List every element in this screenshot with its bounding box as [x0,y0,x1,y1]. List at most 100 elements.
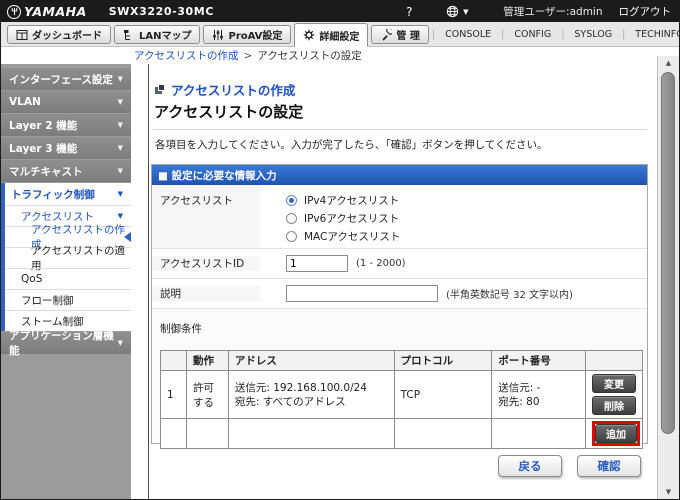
breadcrumb-parent-link[interactable]: アクセスリストの作成 [134,48,238,63]
proav-sliders-icon [213,29,224,40]
chevron-down-icon: ▼ [117,98,123,106]
tab-proav[interactable]: ProAV設定 [203,25,292,44]
window-stack-icon [155,84,166,95]
scroll-up-icon[interactable]: ▲ [658,59,679,67]
sidebar-item-qos[interactable]: QoS [5,268,131,289]
row-actions-cell: 変更 削除 [584,370,644,419]
description-label: 説明 [152,286,260,301]
main-content: アクセスリストの作成 アクセスリストの設定 各項目を入力してください。入力が完了… [148,64,657,499]
row-protocol: TCP [393,370,493,419]
section-header: ■ 設定に必要な情報入力 [152,165,647,185]
gear-icon [304,29,315,41]
console-link[interactable]: CONSOLE [435,29,501,40]
radio-unselected-icon[interactable] [286,230,297,242]
topbar-right: ? ▼ 管理ユーザー:admin ログアウト [389,4,679,19]
sidebar-item-layer3[interactable]: Layer 3 機能 ▼ [1,137,131,159]
lanmap-icon [124,29,130,40]
sidebar-group-traffic-control: トラフィック制御 ▼ アクセスリスト ▼ アクセスリストの作成 アクセスリストの… [1,183,131,331]
chevron-down-icon: ▼ [463,7,469,16]
yamaha-tuning-fork-icon [7,4,21,19]
breadcrumb-current: アクセスリストの設定 [257,50,362,62]
device-model: SWX3220-30MC [108,5,215,18]
chevron-down-icon: ▼ [117,144,123,152]
table-row: 1 許可する 送信元: 192.168.100.0/24 宛先: すべてのアドレ… [160,370,644,419]
globe-icon [446,5,459,18]
active-page-marker-icon [124,232,131,242]
page-section-link[interactable]: アクセスリストの作成 [155,80,295,99]
row-port: 送信元: - 宛先: 80 [491,370,586,419]
access-list-id-label: アクセスリストID [152,256,260,271]
description-hint: (半角英数記号 32 文字以内) [446,290,573,301]
id-range-hint: (1 - 2000) [356,258,406,269]
control-conditions-area: 制御条件 動作 アドレス プロトコル ポート番号 1 許可する 送信元: 192… [152,309,647,449]
techinfo-link[interactable]: TECHINFO [625,29,679,40]
sidebar-item-storm-control[interactable]: ストーム制御 [5,310,131,331]
description-row: 説明 (半角英数記号 32 文字以内) [152,279,647,309]
tab-advanced-settings[interactable]: 詳細設定 [294,23,369,47]
sidebar-item-vlan[interactable]: VLAN ▼ [1,91,131,113]
row-action: 許可する [185,370,229,419]
change-button[interactable]: 変更 [592,374,636,393]
chevron-down-icon: ▼ [117,339,123,347]
table-add-row: 追加 [160,418,644,449]
add-button-highlight: 追加 [591,421,640,446]
yamaha-logo: YAMAHA [7,4,87,19]
logout-button[interactable]: ログアウト [619,4,672,19]
scrollbar-thumb[interactable] [661,72,675,434]
page-title: アクセスリストの設定 [154,103,304,121]
settings-section: ■ 設定に必要な情報入力 アクセスリスト IPv4アクセスリスト IPv6アクセ… [151,164,648,449]
add-button-cell: 追加 [584,418,644,449]
logged-in-user: 管理ユーザー:admin [503,6,603,18]
top-bar: YAMAHA SWX3220-30MC ? ▼ 管理ユーザー:admin ログア… [1,1,679,22]
radio-selected-icon[interactable] [286,194,297,206]
scroll-down-icon[interactable]: ▼ [658,488,679,496]
app-window: YAMAHA SWX3220-30MC ? ▼ 管理ユーザー:admin ログア… [0,0,680,500]
control-conditions-label: 制御条件 [160,323,202,335]
breadcrumb-separator: > [243,49,253,62]
quick-links: | CONSOLE | CONFIG | SYSLOG | TECHINFO [432,22,679,46]
help-button[interactable]: ? [389,5,429,19]
instruction-text: 各項目を入力してください。入力が完了したら、「確認」ボタンを押してください。 [155,139,548,151]
brand-name: YAMAHA [24,4,87,19]
radio-ipv4-access-list[interactable]: IPv4アクセスリスト [286,191,647,209]
syslog-link[interactable]: SYSLOG [564,29,622,40]
row-number: 1 [160,370,187,419]
language-menu-button[interactable]: ▼ [429,5,485,18]
add-button[interactable]: 追加 [594,424,637,443]
tab-bar: ダッシュボード LANマップ ProAV設定 詳細設定 管 理 | CONSOL… [1,22,679,47]
radio-unselected-icon[interactable] [286,212,297,224]
title-divider [153,129,647,130]
breadcrumb: アクセスリストの作成 > アクセスリストの設定 [1,47,679,64]
radio-ipv6-access-list[interactable]: IPv6アクセスリスト [286,209,647,227]
sidebar-item-flow-control[interactable]: フロー制御 [5,289,131,310]
chevron-down-icon: ▼ [117,212,123,220]
tab-management[interactable]: 管 理 [371,25,429,44]
config-link[interactable]: CONFIG [504,29,561,40]
dashboard-icon [16,29,28,40]
sidebar-nav: インターフェース設定 ▼ VLAN ▼ Layer 2 機能 ▼ Layer 3… [1,64,131,499]
access-list-type-label: アクセスリスト [152,185,260,248]
sidebar-item-interface-settings[interactable]: インターフェース設定 ▼ [1,68,131,90]
sidebar-item-layer2[interactable]: Layer 2 機能 ▼ [1,114,131,136]
row-address: 送信元: 192.168.100.0/24 宛先: すべてのアドレス [227,370,395,419]
sidebar-item-multicast[interactable]: マルチキャスト ▼ [1,160,131,182]
chevron-down-icon: ▼ [117,75,123,83]
access-list-id-input[interactable] [286,255,348,272]
description-input[interactable] [286,285,438,302]
access-list-type-row: アクセスリスト IPv4アクセスリスト IPv6アクセスリスト MACアクセスリ… [152,185,647,249]
radio-mac-access-list[interactable]: MACアクセスリスト [286,227,647,245]
sidebar-item-application-layer[interactable]: アプリケーション層機能 ▼ [1,330,131,357]
confirm-button[interactable]: 確認 [577,455,641,477]
chevron-down-icon: ▼ [117,121,123,129]
sidebar-item-access-list-apply[interactable]: アクセスリストの適用 [5,245,131,272]
delete-button[interactable]: 削除 [592,396,636,415]
tab-dashboard[interactable]: ダッシュボード [7,25,111,44]
back-button[interactable]: 戻る [498,455,562,477]
chevron-down-icon: ▼ [117,190,123,198]
access-list-id-row: アクセスリストID (1 - 2000) [152,249,647,279]
table-header-row: 動作 アドレス プロトコル ポート番号 [160,350,644,371]
sidebar-item-traffic-control[interactable]: トラフィック制御 ▼ [5,183,131,205]
wrench-icon [382,28,393,41]
tab-lanmap[interactable]: LANマップ [114,25,201,44]
vertical-scrollbar[interactable]: ▲ ▼ [657,56,679,499]
